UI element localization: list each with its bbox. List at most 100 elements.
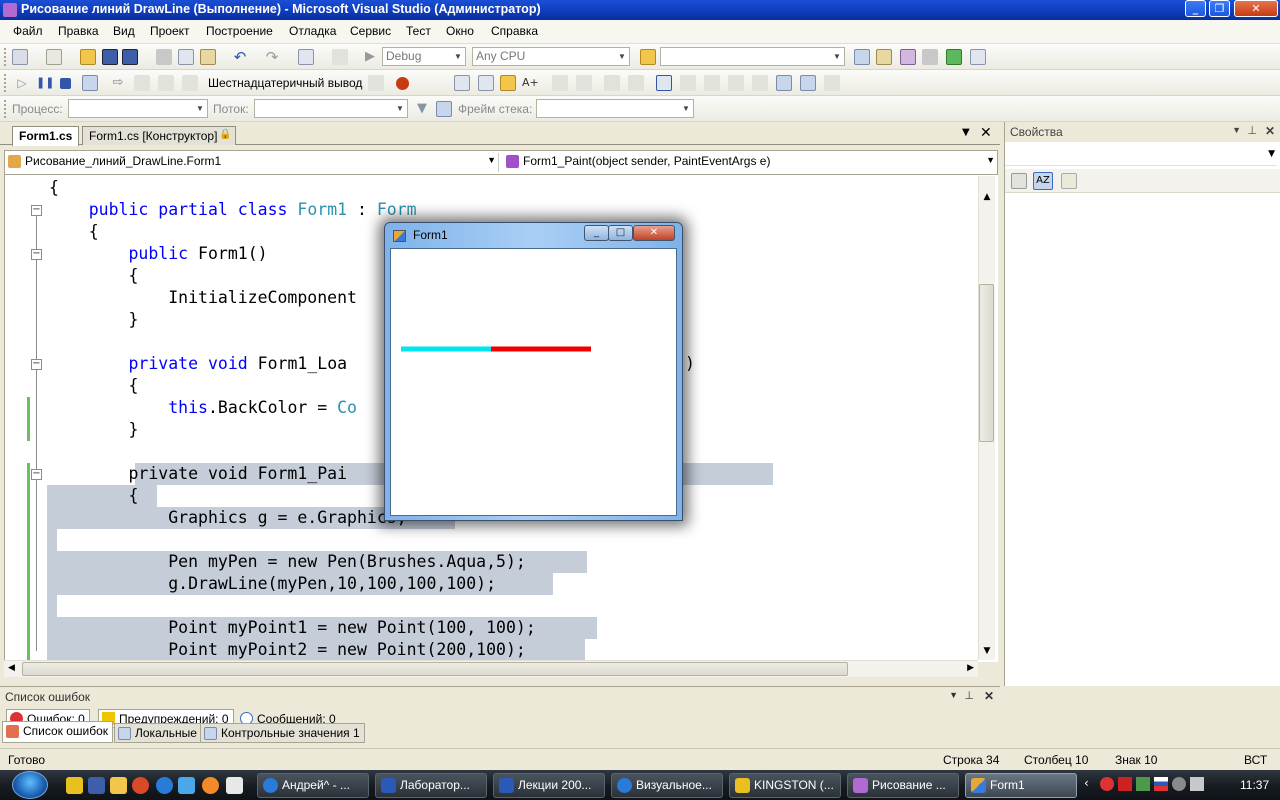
taskbar-button-lectures[interactable]: Лекции 200... <box>493 773 605 798</box>
tray-kaspersky-icon[interactable] <box>1118 777 1132 791</box>
next-bookmark-icon[interactable] <box>704 75 720 91</box>
quicklaunch-media-icon[interactable] <box>178 777 195 794</box>
menu-debug[interactable]: Отладка <box>289 24 336 38</box>
solution-config-combo[interactable]: Debug ▼ <box>382 47 466 66</box>
step-into-icon[interactable] <box>134 75 150 91</box>
class-combo[interactable]: Рисование_линий_DrawLine.Form1 ▼ <box>5 153 499 172</box>
uncomment-icon[interactable] <box>628 75 644 91</box>
next-bookmark-doc-icon[interactable] <box>800 75 816 91</box>
solution-explorer-icon[interactable] <box>854 49 870 65</box>
menu-test[interactable]: Тест <box>406 24 431 38</box>
open-file-icon[interactable] <box>80 49 96 65</box>
add-item-icon[interactable] <box>46 49 62 65</box>
quicklaunch-browser-icon[interactable] <box>132 777 149 794</box>
prev-bookmark-folder-icon[interactable] <box>728 75 744 91</box>
threads-icon[interactable] <box>454 75 470 91</box>
vertical-scroll-thumb[interactable] <box>979 284 994 442</box>
redo-icon[interactable]: ↷ <box>264 49 280 65</box>
clear-bookmarks-icon[interactable] <box>824 75 840 91</box>
tab-error-list[interactable]: Список ошибок <box>2 721 114 743</box>
thread-combo[interactable]: ▼ <box>254 99 408 118</box>
menu-edit[interactable]: Правка <box>58 24 99 38</box>
comment-icon[interactable] <box>604 75 620 91</box>
outdent-icon[interactable] <box>576 75 592 91</box>
new-project-icon[interactable] <box>12 49 28 65</box>
taskbar-button-visual[interactable]: Визуальное... <box>611 773 723 798</box>
close-button[interactable]: ✕ <box>1234 0 1278 17</box>
font-size-icon[interactable]: A+ <box>522 75 539 91</box>
menu-project[interactable]: Проект <box>150 24 190 38</box>
undo-icon[interactable]: ↶ <box>232 49 248 65</box>
tab-dropdown-icon[interactable]: ▼ <box>962 127 970 138</box>
platform-combo[interactable]: Any CPU ▼ <box>472 47 630 66</box>
stackframe-combo[interactable]: ▼ <box>536 99 694 118</box>
menu-tools[interactable]: Сервис <box>350 24 391 38</box>
tray-antivirus-icon[interactable] <box>1100 777 1114 791</box>
dropdown-icon[interactable]: ▼ <box>1232 125 1241 135</box>
navigate-back-icon[interactable] <box>298 49 314 65</box>
form1-client-area[interactable] <box>390 248 677 516</box>
filter-icon[interactable]: ▼ <box>414 101 430 117</box>
menu-help[interactable]: Справка <box>491 24 538 38</box>
taskbar-button-andrey[interactable]: Андрей^ - ... <box>257 773 369 798</box>
restart-icon[interactable] <box>82 75 98 91</box>
process-combo[interactable]: ▼ <box>68 99 208 118</box>
toolbox-icon[interactable] <box>922 49 938 65</box>
continue-icon[interactable]: ▷ <box>14 75 30 91</box>
object-browser-icon[interactable] <box>900 49 916 65</box>
paste-icon[interactable] <box>200 49 216 65</box>
tab-form1-designer[interactable]: Form1.cs [Конструктор] 🔒 <box>82 126 237 145</box>
minimize-button[interactable]: _ <box>1185 0 1206 17</box>
alphabetical-icon[interactable]: AZ <box>1033 172 1053 190</box>
close-icon[interactable]: ✕ <box>984 689 994 703</box>
flag-thread-icon[interactable] <box>436 101 452 117</box>
command-window-icon[interactable] <box>970 49 986 65</box>
menu-window[interactable]: Окно <box>446 24 474 38</box>
next-bookmark-folder-icon[interactable] <box>752 75 768 91</box>
start-page-icon[interactable] <box>946 49 962 65</box>
step-out-icon[interactable] <box>182 75 198 91</box>
bookmark-icon[interactable] <box>656 75 672 91</box>
indent-icon[interactable] <box>552 75 568 91</box>
property-pages-icon[interactable] <box>1061 173 1077 189</box>
cut-icon[interactable] <box>156 49 172 65</box>
tray-volume-icon[interactable] <box>1172 777 1186 791</box>
quicklaunch-tool-icon[interactable] <box>226 777 243 794</box>
menu-file[interactable]: Файл <box>13 24 43 38</box>
hex-output-toggle[interactable]: Шестнадцатеричный вывод <box>208 76 362 90</box>
taskbar-button-vs[interactable]: Рисование ... <box>847 773 959 798</box>
hex-output-icon[interactable] <box>368 75 384 91</box>
maximize-button[interactable]: ❐ <box>1209 0 1230 17</box>
start-debug-icon[interactable]: ▶ <box>362 49 378 65</box>
internet-explorer-icon[interactable] <box>156 777 173 794</box>
tray-language-icon[interactable] <box>1154 777 1168 791</box>
form1-minimize-button[interactable]: _ <box>584 225 609 241</box>
pin-icon[interactable]: ⊥ <box>1247 124 1257 137</box>
categorized-icon[interactable] <box>1011 173 1027 189</box>
modules-icon[interactable] <box>478 75 494 91</box>
collapse-class-icon[interactable]: − <box>31 205 42 216</box>
find-combo[interactable]: ▼ <box>660 47 845 66</box>
navigate-forward-icon[interactable] <box>332 49 348 65</box>
collapse-load-icon[interactable]: − <box>31 359 42 370</box>
tray-expand-icon[interactable]: ‹ <box>1084 776 1089 790</box>
quicklaunch-save-icon[interactable] <box>88 777 105 794</box>
collapse-ctor-icon[interactable]: − <box>31 249 42 260</box>
save-icon[interactable] <box>102 49 118 65</box>
tab-locals[interactable]: Локальные <box>114 723 202 743</box>
collapse-paint-icon[interactable]: − <box>31 469 42 480</box>
copy-icon[interactable] <box>178 49 194 65</box>
close-icon[interactable]: ✕ <box>1265 124 1275 138</box>
prev-bookmark-icon[interactable] <box>680 75 696 91</box>
dropdown-icon[interactable]: ▼ <box>949 690 958 700</box>
object-selector-combo[interactable]: ▼ <box>1005 146 1277 166</box>
save-all-icon[interactable] <box>122 49 138 65</box>
clock[interactable]: 11:37 <box>1240 778 1269 792</box>
tab-form1-cs[interactable]: Form1.cs <box>12 126 80 146</box>
properties-window-icon[interactable] <box>876 49 892 65</box>
show-next-statement-icon[interactable]: ⇨ <box>110 75 126 91</box>
member-combo[interactable]: Form1_Paint(object sender, PaintEventArg… <box>503 153 997 172</box>
tray-sound-icon[interactable] <box>1190 777 1204 791</box>
menu-view[interactable]: Вид <box>113 24 135 38</box>
form1-maximize-button[interactable]: □ <box>608 225 633 241</box>
